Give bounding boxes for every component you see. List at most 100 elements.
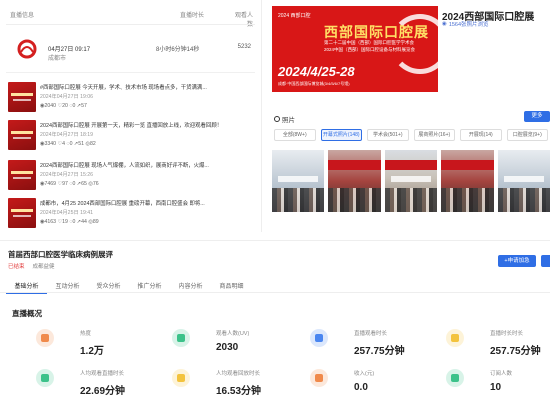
- metric-card: 观看人数(UV) 2030: [150, 329, 280, 369]
- category-chip-active[interactable]: 开幕式照片(148): [320, 129, 362, 141]
- category-chip[interactable]: 展商照片(16+): [413, 129, 455, 141]
- user-icon: [172, 329, 190, 347]
- page-title: 首届西部口腔医学临床病例展评: [8, 250, 113, 259]
- post-stats: ◉2040 ♡20 ◌0 ↗57: [40, 103, 87, 109]
- post-time: 2024年04月25日 19:41: [40, 210, 94, 216]
- metric-label: 观看人数(UV): [216, 331, 250, 337]
- post-title: 2024西部国际口腔展 开展第一天，精彩一览 直播回放上线，欢迎观看回顾！: [40, 123, 223, 129]
- poster-line: 2024中国（西部）国际口腔设备与材料展览会: [324, 47, 416, 52]
- post-item[interactable]: #西部国际口腔展 今天开展，学术、技术市场 现场看点多，干货满满... 2024…: [8, 82, 253, 116]
- list-header: 直播信息 直播时长 观看人数: [10, 10, 253, 28]
- category-chip[interactable]: 全部(8W+): [274, 129, 316, 141]
- post-title: 2024西部国际口腔展 现场人气爆棚，人流如织，展商好评不断，火爆...: [40, 163, 209, 169]
- event-subtitle[interactable]: ◉ 1564张照片浏览: [442, 20, 489, 28]
- expo-logo-icon: [17, 39, 37, 59]
- metric-card: 热度 1.2万: [14, 329, 144, 369]
- metric-label: 直播时长时长: [490, 331, 524, 337]
- poster-footer: 成都·中国西部国际博览城(3/4/5/6/7号馆): [278, 81, 350, 86]
- event-photo[interactable]: [497, 150, 550, 212]
- event-poster[interactable]: 2024 西部口腔 西部国际口腔展 第二十二届中国（西部）国际口腔医学学术会 2…: [272, 6, 438, 92]
- camera-icon: [274, 116, 280, 122]
- live-date: 04月27日 09:17: [48, 47, 91, 53]
- playback-icon: [172, 369, 190, 387]
- post-item[interactable]: 2024西部国际口腔展 开展第一天，精彩一览 直播回放上线，欢迎观看回顾！ 20…: [8, 120, 253, 154]
- metric-label: 订阅人数: [490, 371, 513, 377]
- post-item[interactable]: 成都市，4月25 2024西部国际口腔展 重磅开幕，西南口腔盛会 即将... 2…: [8, 198, 253, 232]
- metric-value: 22.69分钟: [80, 386, 126, 397]
- post-thumbnail: [8, 120, 36, 150]
- metric-card: 人均观看直播时长 22.69分钟: [14, 369, 144, 409]
- metric-value: 0.0: [354, 382, 368, 393]
- clock-icon: [446, 329, 464, 347]
- live-list-panel: 直播信息 直播时长 观看人数 04月27日 09:17 成都市 8小时6分钟14…: [0, 0, 262, 232]
- subscribe-icon: [446, 369, 464, 387]
- camera-icon: [36, 369, 54, 387]
- live-analytics-panel: 首届西部口腔医学临床病例展评 已结束 成都益健 +申请加急 基础分析 互动分析 …: [0, 240, 550, 418]
- metric-value: 1.2万: [80, 346, 104, 357]
- event-photo[interactable]: [384, 150, 438, 212]
- event-subtitle-text: 1564张照片浏览: [448, 22, 489, 28]
- post-thumbnail: [8, 160, 36, 190]
- metric-card: 直播时长时长 257.75分钟: [424, 329, 550, 369]
- metric-value: 2030: [216, 342, 239, 353]
- category-chip[interactable]: 开展现(14): [460, 129, 502, 141]
- more-photos-button[interactable]: 更多: [524, 111, 550, 122]
- metric-value: 257.75分钟: [354, 346, 405, 357]
- post-time: 2024年04月27日 19:06: [40, 94, 94, 100]
- post-title: 成都市，4月25 2024西部国际口腔展 重磅开幕，西南口腔盛会 即将...: [40, 201, 205, 207]
- post-time: 2024年04月27日 18:19: [40, 132, 94, 138]
- photo-grid: [272, 150, 550, 212]
- photos-section-label: 照片: [274, 114, 295, 124]
- category-chip[interactable]: 学术会(501+): [367, 129, 409, 141]
- post-time: 2024年04月27日 15:26: [40, 172, 94, 178]
- apply-button[interactable]: +申请加急: [498, 255, 536, 267]
- category-chip[interactable]: 口腔展览(9+): [506, 129, 548, 141]
- album-panel: 2024 西部口腔 西部国际口腔展 第二十二届中国（西部）国际口腔医学学术会 2…: [262, 0, 550, 240]
- live-duration: 8小时6分钟14秒: [156, 47, 200, 53]
- wallet-icon: [310, 369, 328, 387]
- divider: [0, 292, 550, 293]
- metric-value: 10: [490, 382, 502, 393]
- poster-line: 第二十二届中国（西部）国际口腔医学学术会: [324, 40, 414, 45]
- status-badge: 已结束: [8, 264, 25, 270]
- poster-title: 西部国际口腔展: [324, 24, 429, 40]
- metric-card: 人均观看回放时长 16.53分钟: [150, 369, 280, 409]
- col-live-info: 直播信息: [10, 13, 35, 19]
- secondary-button[interactable]: [541, 255, 550, 267]
- col-viewers: 观看人数: [234, 13, 253, 28]
- col-duration: 直播时长: [180, 13, 205, 19]
- post-thumbnail: [8, 198, 36, 228]
- metric-card: 收入(元) 0.0: [288, 369, 418, 409]
- event-photo[interactable]: [328, 150, 381, 212]
- live-location: 成都市: [48, 56, 67, 62]
- event-photo[interactable]: [441, 150, 494, 212]
- event-photo[interactable]: [272, 150, 325, 212]
- metric-label: 热度: [80, 331, 92, 337]
- photos-label-text: 照片: [282, 117, 295, 124]
- post-item[interactable]: 2024西部国际口腔展 现场人气爆棚，人流如织，展商好评不断，火爆... 202…: [8, 160, 253, 194]
- section-title: 直播概况: [12, 309, 42, 318]
- metric-label: 收入(元): [354, 371, 375, 377]
- live-viewers: 5232: [237, 44, 251, 50]
- eye-icon: ◉: [442, 21, 447, 27]
- video-icon: [310, 329, 328, 347]
- post-thumbnail: [8, 82, 36, 112]
- post-stats: ◉7469 ♡97 ◌0 ↗65 ◎76: [40, 181, 99, 187]
- post-title: #西部国际口腔展 今天开展，学术、技术市场 现场看点多，干货满满...: [40, 85, 207, 91]
- metric-card: 直播观看时长 257.75分钟: [288, 329, 418, 369]
- category-filter: 全部(8W+) 开幕式照片(148) 学术会(501+) 展商照片(16+) 开…: [274, 129, 548, 141]
- metric-card: 订阅人数 10: [424, 369, 550, 409]
- fire-icon: [36, 329, 54, 347]
- post-stats: ◉3340 ♡4 ◌0 ↗51 ◎82: [40, 141, 96, 147]
- metric-label: 直播观看时长: [354, 331, 388, 337]
- organizer-name: 成都益健: [32, 264, 55, 270]
- poster-logo: 2024 西部口腔: [278, 13, 311, 19]
- metric-label: 人均观看回放时长: [216, 371, 261, 377]
- metric-value: 257.75分钟: [490, 346, 541, 357]
- live-session-row[interactable]: 04月27日 09:17 成都市 8小时6分钟14秒 5232: [16, 36, 251, 68]
- metric-value: 16.53分钟: [216, 386, 262, 397]
- metric-label: 人均观看直播时长: [80, 371, 125, 377]
- divider: [6, 72, 255, 73]
- poster-dates: 2024/4/25-28: [278, 64, 355, 79]
- status-line: 已结束 成都益健: [8, 262, 55, 270]
